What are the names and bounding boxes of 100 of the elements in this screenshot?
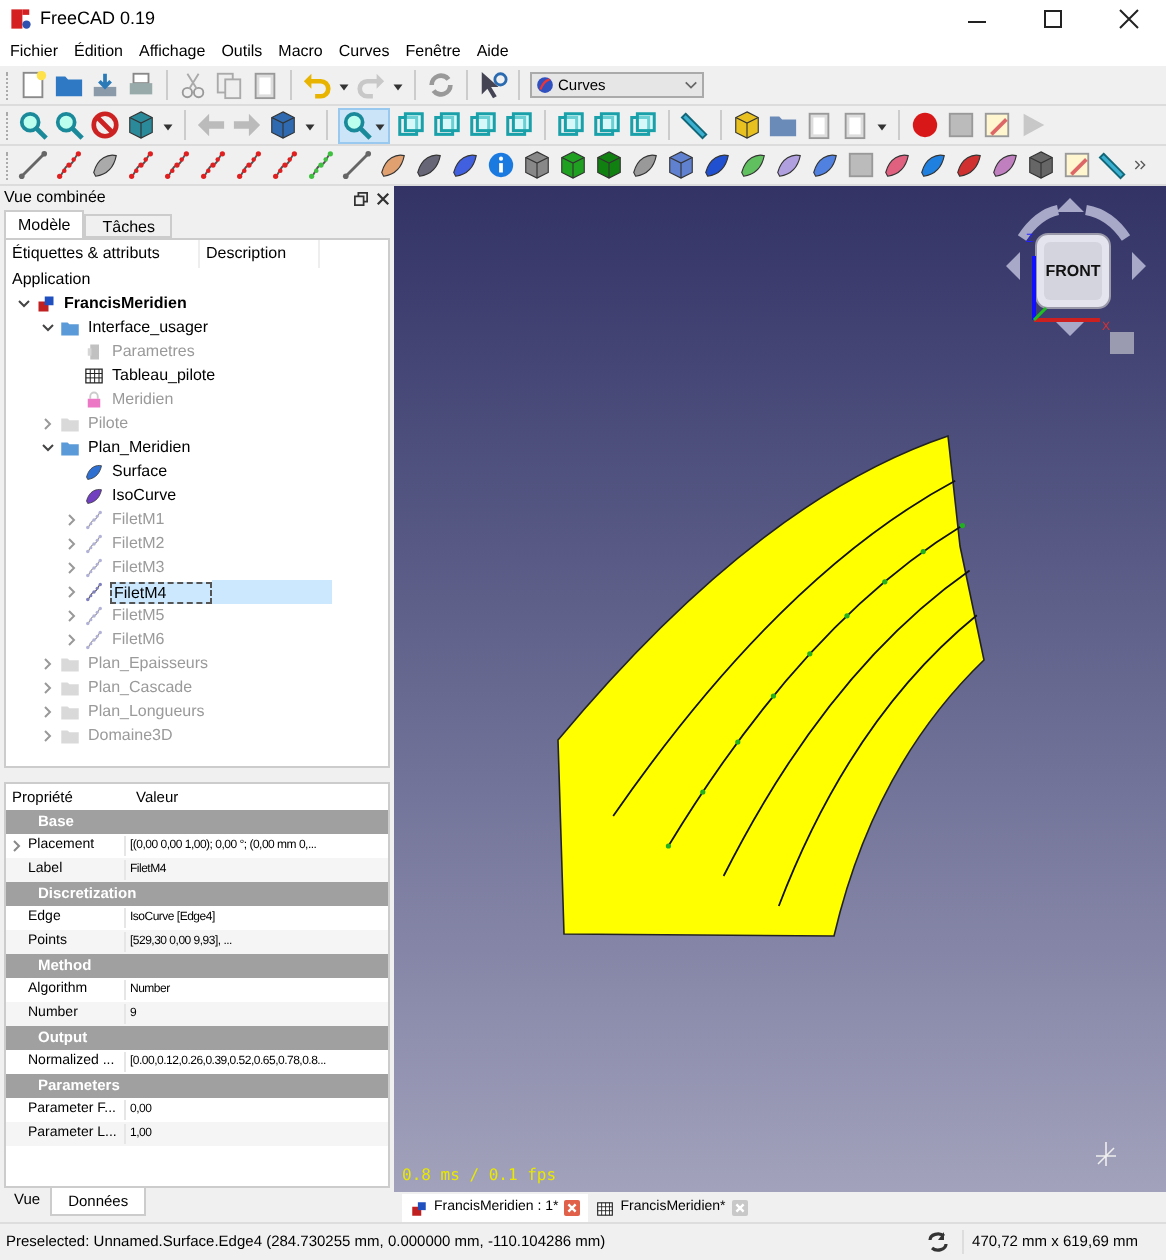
caret-icon[interactable] — [162, 119, 174, 131]
caret-icon[interactable] — [304, 119, 316, 131]
grid-icon — [84, 366, 104, 386]
surface-icon[interactable] — [954, 150, 984, 180]
surface-drawing[interactable] — [557, 435, 985, 937]
cube-icon[interactable] — [592, 110, 622, 140]
caret-icon[interactable] — [876, 119, 888, 131]
panel-tab[interactable]: Tâches — [84, 214, 173, 238]
surface-icon[interactable] — [90, 150, 120, 180]
menu-item[interactable]: Curves — [330, 40, 398, 64]
pointer-icon[interactable] — [478, 70, 508, 100]
panel-tab[interactable]: Modèle — [4, 210, 85, 238]
ruler-icon[interactable] — [680, 110, 710, 140]
curve-icon[interactable] — [198, 150, 228, 180]
menu-item[interactable]: Fichier — [2, 40, 67, 64]
tree-item[interactable]: Surface — [110, 461, 170, 483]
zoom-icon[interactable] — [18, 110, 48, 140]
selection-highlight — [212, 580, 333, 604]
curve-icon — [84, 630, 104, 650]
cube-icon[interactable] — [468, 110, 498, 140]
box-icon[interactable] — [666, 150, 696, 180]
curve-icon — [84, 510, 104, 530]
surface-icon[interactable] — [990, 150, 1020, 180]
surface-icon[interactable] — [918, 150, 948, 180]
float-icon[interactable] — [354, 191, 368, 205]
curve-icon[interactable] — [270, 150, 300, 180]
box-icon[interactable] — [522, 150, 552, 180]
cube-icon[interactable] — [504, 110, 534, 140]
ruler-icon[interactable] — [1098, 150, 1128, 180]
menu-item[interactable]: Macro — [270, 40, 331, 64]
tree-item[interactable]: Tableau_pilote — [110, 365, 218, 387]
navigation-cube[interactable] — [1006, 198, 1146, 354]
grid-icon — [596, 1199, 615, 1217]
edit-icon[interactable] — [982, 110, 1012, 140]
maximize-icon[interactable] — [1039, 6, 1065, 32]
panel-title: Vue combinée — [4, 186, 106, 210]
tree-item[interactable]: Plan_Meridien — [86, 437, 193, 459]
block-icon — [84, 342, 104, 362]
curve-icon — [84, 534, 104, 554]
menu-item[interactable]: Affichage — [130, 40, 214, 64]
surface-icon[interactable] — [414, 150, 444, 180]
prohibition-icon[interactable] — [90, 110, 120, 140]
column-header: Étiquettes & attributs — [12, 242, 160, 266]
chevron-icon[interactable] — [1134, 158, 1146, 172]
info-icon[interactable] — [486, 150, 516, 180]
document-icon[interactable] — [18, 70, 48, 100]
curve-icon — [84, 606, 104, 626]
tree-item[interactable]: FrancisMeridien — [62, 293, 189, 315]
curve-icon[interactable] — [306, 150, 336, 180]
document-icon — [36, 294, 56, 314]
box-icon[interactable] — [558, 150, 588, 180]
surface-icon[interactable] — [810, 150, 840, 180]
caret-icon[interactable] — [338, 79, 350, 91]
curve-icon[interactable] — [234, 150, 264, 180]
surface-icon[interactable] — [378, 150, 408, 180]
app-logo-icon — [10, 8, 32, 30]
clipboard-icon[interactable] — [804, 110, 834, 140]
record-icon[interactable] — [910, 110, 940, 140]
workbench-icon — [536, 76, 554, 94]
printer-icon[interactable] — [126, 70, 156, 100]
box-icon[interactable] — [732, 110, 762, 140]
line-icon[interactable] — [342, 150, 372, 180]
menu-item[interactable]: Aide — [468, 40, 517, 64]
curve-icon[interactable] — [126, 150, 156, 180]
clipboard-icon[interactable] — [250, 70, 280, 100]
surface-icon[interactable] — [882, 150, 912, 180]
box-icon[interactable] — [126, 110, 156, 140]
box-icon[interactable] — [594, 150, 624, 180]
tree-item[interactable]: Interface_usager — [86, 317, 211, 339]
window-title: FreeCAD 0.19 — [40, 5, 156, 32]
menu-item[interactable]: Fenêtre — [397, 40, 469, 64]
surface-icon[interactable] — [774, 150, 804, 180]
navigation-style-icon[interactable] — [926, 1232, 951, 1252]
clipboard-icon[interactable] — [840, 110, 870, 140]
cube-icon[interactable] — [556, 110, 586, 140]
surface-icon[interactable] — [630, 150, 660, 180]
surface-icon[interactable] — [450, 150, 480, 180]
surface-icon[interactable] — [702, 150, 732, 180]
menu-item[interactable]: Outils — [213, 40, 271, 64]
box-icon[interactable] — [1026, 150, 1056, 180]
column-header: Description — [206, 242, 287, 266]
zoom-icon[interactable] — [54, 110, 84, 140]
caret-icon[interactable] — [392, 79, 404, 91]
cube-icon[interactable] — [396, 110, 426, 140]
caret-icon[interactable] — [374, 119, 386, 131]
padlock-icon — [84, 390, 104, 410]
close-icon[interactable] — [1115, 6, 1141, 32]
curve-icon[interactable] — [162, 150, 192, 180]
curve-icon[interactable] — [54, 150, 84, 180]
menu-item[interactable]: Édition — [66, 40, 131, 64]
zoom-icon[interactable] — [342, 110, 372, 140]
save-icon[interactable] — [90, 70, 120, 100]
box-icon[interactable] — [268, 110, 298, 140]
cube-icon[interactable] — [432, 110, 462, 140]
line-icon[interactable] — [18, 150, 48, 180]
tree-item[interactable]: IsoCurve — [110, 485, 179, 507]
cube-icon[interactable] — [628, 110, 658, 140]
tree-item[interactable]: FiletM4 — [110, 581, 213, 603]
close-icon[interactable] — [376, 191, 390, 205]
surface-icon[interactable] — [738, 150, 768, 180]
